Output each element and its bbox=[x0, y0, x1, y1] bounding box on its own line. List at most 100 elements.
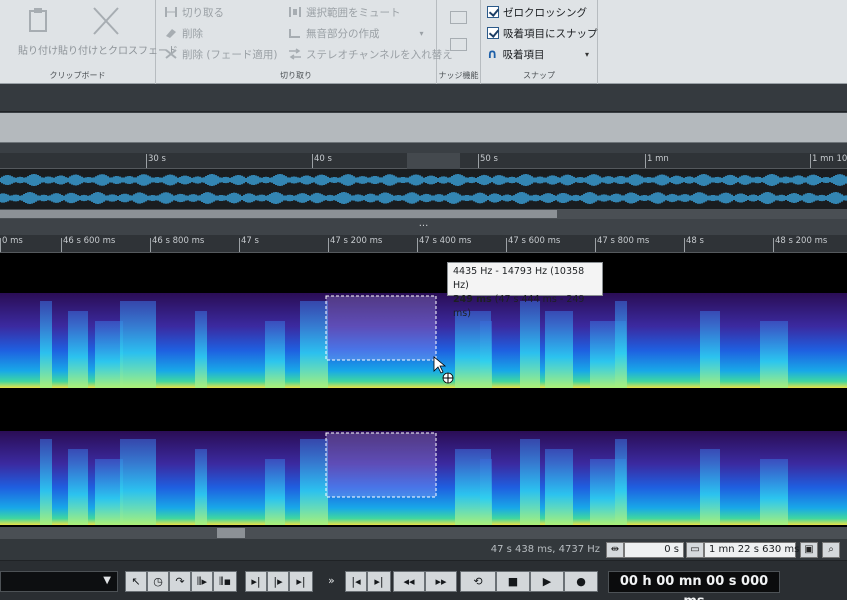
spectrogram-graphic bbox=[0, 293, 847, 525]
main-ruler-tick bbox=[595, 238, 596, 252]
trim-button[interactable]: 切り取る bbox=[164, 3, 224, 21]
tab-strip bbox=[0, 113, 847, 143]
spectrum-burst bbox=[68, 311, 88, 388]
overview-time-ruler[interactable]: 30 s 40 s 50 s 1 mn 1 mn 10 s bbox=[0, 153, 847, 169]
stop-bars-button[interactable]: ⫴▪ bbox=[213, 571, 237, 592]
zero-crossing-checkbox[interactable]: ゼロクロッシング bbox=[487, 3, 587, 21]
spectrum-burst bbox=[195, 311, 207, 388]
zoom-icon[interactable]: ⌕ bbox=[822, 542, 840, 558]
play-selection-button[interactable]: ⫴▸ bbox=[191, 571, 213, 592]
paste-crossfade-label: 貼り付けとクロスフェード bbox=[58, 46, 178, 57]
overview-scroll-thumb[interactable] bbox=[0, 210, 557, 218]
overview-ruler-tick bbox=[810, 154, 811, 168]
cursor-tool-icon: ↖ bbox=[131, 575, 141, 588]
overview-ruler-tick-label: 30 s bbox=[148, 154, 166, 164]
overview-channel-1-wave bbox=[0, 174, 847, 186]
stop-button[interactable]: ■ bbox=[496, 571, 530, 592]
spectrum-burst bbox=[95, 321, 123, 388]
overview-waveform[interactable] bbox=[0, 169, 847, 209]
horizontal-scrollbar[interactable] bbox=[0, 527, 847, 539]
clock-button[interactable]: ◷ bbox=[147, 571, 169, 592]
play-to-end-button[interactable]: ▸| bbox=[289, 571, 313, 592]
overview-ruler-tick-label: 1 mn 10 s bbox=[812, 154, 847, 164]
overview-ruler-tick-label: 40 s bbox=[314, 154, 332, 164]
spectrum-burst bbox=[120, 439, 156, 525]
clipboard-group: 貼り付け 貼り付けとクロスフェード クリップボード bbox=[0, 0, 178, 84]
delete-fade-label: 削除 (フェード適用) bbox=[182, 48, 278, 61]
status-bar: 47 s 438 ms, 4737 Hz ⇹ 0 s ▭ 1 mn 22 s 6… bbox=[0, 539, 847, 561]
fast-forward-icon: ▸▸ bbox=[435, 575, 447, 588]
main-ruler-tick bbox=[773, 238, 774, 252]
channel-separator bbox=[0, 388, 847, 431]
nudge-right-icon[interactable] bbox=[450, 11, 467, 24]
selection-length-field[interactable]: 1 mn 22 s 630 ms bbox=[704, 542, 799, 558]
loop-button[interactable]: ⟲ bbox=[460, 571, 496, 592]
horizontal-scroll-thumb[interactable] bbox=[217, 528, 245, 538]
spectrum-burst bbox=[700, 311, 720, 388]
create-silence-button[interactable]: 無音部分の作成 ▾ bbox=[288, 24, 424, 42]
overview-view-range[interactable] bbox=[407, 153, 460, 169]
cursor-tool-button[interactable]: ↖ bbox=[125, 571, 147, 592]
more-icon[interactable]: » bbox=[328, 574, 335, 587]
play-range-button[interactable]: |▸ bbox=[267, 571, 289, 592]
loop-arc-button[interactable]: ↷ bbox=[169, 571, 191, 592]
comment-icon[interactable]: ▣ bbox=[800, 542, 818, 558]
play-from-start-button[interactable]: ▸| bbox=[245, 571, 267, 592]
ruler-length-icon[interactable]: ▭ bbox=[686, 542, 704, 558]
overview-ruler-tick bbox=[146, 154, 147, 168]
delete-label: 削除 bbox=[182, 27, 203, 40]
selection-rect-ch2[interactable] bbox=[325, 432, 437, 498]
selection-rect-ch1[interactable] bbox=[325, 295, 437, 361]
main-ruler-tick bbox=[506, 238, 507, 252]
snap-group: ゼロクロッシング 吸着項目にスナップ ∩ 吸着項目 ▾ スナップ bbox=[481, 0, 598, 84]
play-bar-icon: ▸| bbox=[296, 575, 306, 588]
spectrum-burst bbox=[545, 311, 573, 388]
main-ruler-tick bbox=[417, 238, 418, 252]
mute-selection-label: 選択範囲をミュート bbox=[306, 6, 401, 19]
swap-stereo-button[interactable]: ステレオチャンネルを入れ替え bbox=[288, 45, 453, 63]
overview-ruler-tick bbox=[478, 154, 479, 168]
silence-icon bbox=[288, 27, 302, 39]
record-button[interactable]: ● bbox=[564, 571, 598, 592]
spectrum-burst bbox=[760, 321, 788, 388]
snap-to-checkbox[interactable]: 吸着項目にスナップ bbox=[487, 24, 598, 42]
paste-crossfade-button[interactable]: 貼り付けとクロスフェード bbox=[58, 2, 178, 62]
nudge-group-label: ナッジ機能 bbox=[438, 71, 479, 80]
spectrogram-view[interactable] bbox=[0, 253, 847, 527]
main-time-ruler[interactable]: 0 ms 46 s 600 ms 46 s 800 ms 47 s 47 s 200 m… bbox=[0, 235, 847, 253]
trim-icon bbox=[164, 6, 178, 18]
tooltip-duration-bold: 249 ms bbox=[453, 294, 492, 305]
spectrum-burst bbox=[40, 439, 52, 525]
play-button[interactable]: ▶ bbox=[530, 571, 564, 592]
main-ruler-tick-label: 0 ms bbox=[2, 236, 23, 246]
chevron-down-icon: ▼ bbox=[103, 575, 111, 586]
skip-end-icon: ▸| bbox=[374, 575, 384, 588]
main-ruler-tick-label: 47 s bbox=[241, 236, 259, 246]
go-to-end-button[interactable]: ▸| bbox=[367, 571, 391, 592]
record-icon: ● bbox=[576, 575, 586, 588]
selection-start-field[interactable]: 0 s bbox=[624, 542, 684, 558]
play-bars-icon: ⫴▸ bbox=[196, 575, 208, 588]
overview-channel-2-wave bbox=[0, 192, 847, 204]
main-ruler-tick bbox=[684, 238, 685, 252]
pane-splitter[interactable]: ... bbox=[0, 219, 847, 235]
spacer-strip bbox=[0, 143, 847, 153]
go-to-start-button[interactable]: |◂ bbox=[345, 571, 367, 592]
spectrum-burst bbox=[480, 459, 492, 525]
mute-selection-button[interactable]: 選択範囲をミュート bbox=[288, 3, 401, 21]
delete-button[interactable]: 削除 bbox=[164, 24, 203, 42]
redo-arc-icon: ↷ bbox=[175, 575, 185, 588]
delete-fade-button[interactable]: 削除 (フェード適用) bbox=[164, 45, 278, 63]
fast-forward-button[interactable]: ▸▸ bbox=[425, 571, 457, 592]
snap-items-dropdown[interactable]: ∩ 吸着項目 ▾ bbox=[487, 45, 595, 63]
nudge-left-icon[interactable] bbox=[450, 38, 467, 51]
toolbar-strip bbox=[0, 84, 847, 112]
chevron-down-icon[interactable]: ▾ bbox=[420, 29, 424, 38]
selection-start-icon[interactable]: ⇹ bbox=[606, 542, 624, 558]
tooltip-frequency-range: 4435 Hz - 14793 Hz (10358 Hz) bbox=[453, 266, 585, 291]
main-ruler-tick-label: 46 s 600 ms bbox=[63, 236, 116, 246]
rewind-button[interactable]: ◂◂ bbox=[393, 571, 425, 592]
tooltip-duration: 249 ms (47 s 444 ms - 249 ms) bbox=[453, 293, 597, 321]
spectrum-burst bbox=[520, 439, 540, 525]
transport-preset-select[interactable]: ▼ bbox=[0, 571, 118, 592]
